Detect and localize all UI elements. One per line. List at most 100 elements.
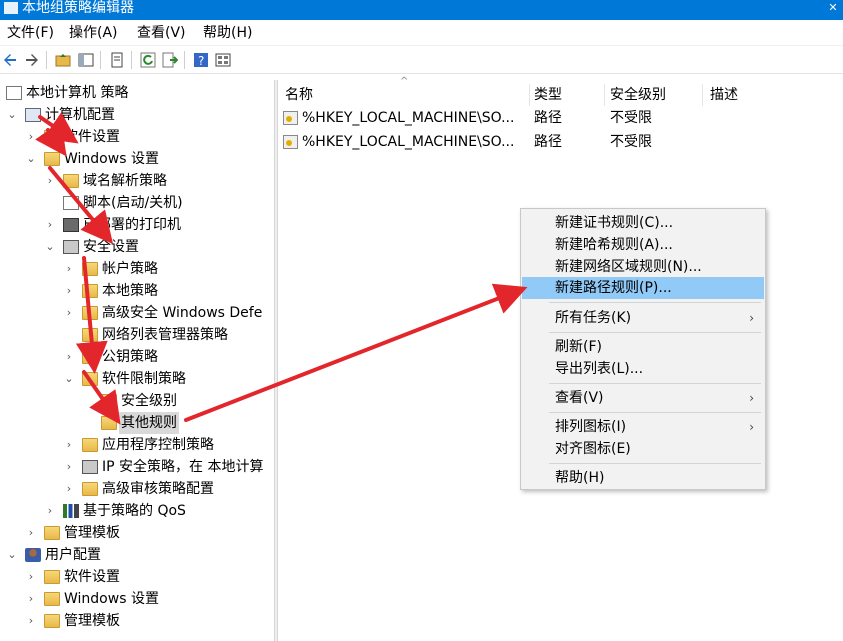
tree-item-label: 安全设置 xyxy=(83,239,139,255)
tree-item-user-admin-templates[interactable]: › 管理模板 xyxy=(0,610,274,632)
tree-item-local-computer-policy[interactable]: 本地计算机 策略 xyxy=(0,82,274,104)
toolbar-separator xyxy=(100,51,101,69)
export-list-icon[interactable] xyxy=(162,52,178,68)
chevron-right-icon[interactable]: › xyxy=(25,522,37,544)
tree-item-windows-settings[interactable]: ⌄ Windows 设置 xyxy=(0,148,274,170)
close-icon[interactable]: ✕ xyxy=(823,0,843,16)
row-name: %HKEY_LOCAL_MACHINE\SO... xyxy=(302,134,515,150)
properties-icon[interactable] xyxy=(109,52,125,68)
chevron-down-icon[interactable]: ⌄ xyxy=(6,544,18,566)
tree-item-label: Windows 设置 xyxy=(64,151,159,167)
column-header-desc[interactable]: 描述 xyxy=(710,84,738,106)
tree-item-label: 脚本(启动/关机) xyxy=(83,195,183,211)
folder-icon xyxy=(82,262,98,276)
folder-icon xyxy=(82,328,98,342)
view-icon[interactable] xyxy=(215,52,231,68)
chevron-right-icon[interactable]: › xyxy=(44,170,56,192)
tree-item-user-windows-settings[interactable]: › Windows 设置 xyxy=(0,588,274,610)
chevron-right-icon[interactable]: › xyxy=(25,610,37,632)
back-arrow-icon[interactable] xyxy=(2,52,18,68)
chevron-down-icon[interactable]: ⌄ xyxy=(25,148,37,170)
tree-item-label: 软件设置 xyxy=(64,129,120,145)
tree-item-account-policies[interactable]: › 帐户策略 xyxy=(0,258,274,280)
show-hide-tree-icon[interactable] xyxy=(78,52,94,68)
menu-view[interactable]: 查看(V) xyxy=(137,24,186,42)
tree-item-security-settings[interactable]: ⌄ 安全设置 xyxy=(0,236,274,258)
menu-item-line-up-icons[interactable]: 对齐图标(E) xyxy=(522,438,764,460)
chevron-right-icon[interactable]: › xyxy=(63,258,75,280)
menu-help[interactable]: 帮助(H) xyxy=(203,24,252,42)
column-divider[interactable] xyxy=(702,84,703,106)
chevron-right-icon[interactable]: › xyxy=(25,588,37,610)
tree-item-label: 高级审核策略配置 xyxy=(102,481,214,497)
tree-item-user-software-settings[interactable]: › 软件设置 xyxy=(0,566,274,588)
menu-item-help[interactable]: 帮助(H) xyxy=(522,467,764,489)
up-folder-icon[interactable] xyxy=(55,52,71,68)
menu-item-new-network-zone-rule[interactable]: 新建网络区域规则(N)... xyxy=(522,256,764,278)
column-header-type[interactable]: 类型 xyxy=(534,84,562,106)
column-header-name[interactable]: 名称 xyxy=(285,84,313,106)
tree-item-public-key-policies[interactable]: › 公钥策略 xyxy=(0,346,274,368)
chevron-right-icon[interactable]: › xyxy=(63,434,75,456)
chevron-down-icon[interactable]: ⌄ xyxy=(44,236,56,258)
tree-item-user-config[interactable]: ⌄ 用户配置 xyxy=(0,544,274,566)
menu-item-view[interactable]: 查看(V) › xyxy=(522,387,764,409)
menu-item-new-certificate-rule[interactable]: 新建证书规则(C)... xyxy=(522,212,764,234)
menu-separator xyxy=(549,412,761,413)
row-type: 路径 xyxy=(534,110,562,126)
tree-item-software-settings[interactable]: › 软件设置 xyxy=(0,126,274,148)
tree-item-label: 软件限制策略 xyxy=(102,371,186,387)
tree-item-qos[interactable]: › 基于策略的 QoS xyxy=(0,500,274,522)
chevron-right-icon[interactable]: › xyxy=(25,566,37,588)
chevron-right-icon[interactable]: › xyxy=(63,302,75,324)
tree-item-network-list-manager[interactable]: 网络列表管理器策略 xyxy=(0,324,274,346)
column-header-level[interactable]: 安全级别 xyxy=(610,84,666,106)
folder-icon xyxy=(101,416,117,430)
list-item[interactable]: %HKEY_LOCAL_MACHINE\SO... 路径 不受限 xyxy=(278,106,843,130)
menu-action[interactable]: 操作(A) xyxy=(69,24,118,42)
security-icon xyxy=(63,240,79,254)
chevron-right-icon[interactable]: › xyxy=(44,214,56,236)
tree-item-defender-firewall[interactable]: › 高级安全 Windows Defe xyxy=(0,302,274,324)
menu-item-export-list[interactable]: 导出列表(L)... xyxy=(522,358,764,380)
tree-item-scripts[interactable]: 脚本(启动/关机) xyxy=(0,192,274,214)
tree-item-label: 基于策略的 QoS xyxy=(83,503,186,519)
tree-item-software-restriction[interactable]: ⌄ 软件限制策略 xyxy=(0,368,274,390)
help-icon[interactable]: ? xyxy=(193,52,209,68)
policy-doc-icon xyxy=(6,86,22,100)
tree-item-security-levels[interactable]: 安全级别 xyxy=(0,390,274,412)
tree-item-local-policies[interactable]: › 本地策略 xyxy=(0,280,274,302)
tree-item-advanced-audit[interactable]: › 高级审核策略配置 xyxy=(0,478,274,500)
tree-item-deployed-printers[interactable]: › 已部署的打印机 xyxy=(0,214,274,236)
tree-item-app-control[interactable]: › 应用程序控制策略 xyxy=(0,434,274,456)
chevron-right-icon[interactable]: › xyxy=(25,126,37,148)
tree-item-label: IP 安全策略，在 本地计算 xyxy=(102,459,264,475)
chevron-right-icon[interactable]: › xyxy=(44,500,56,522)
tree-item-label: 公钥策略 xyxy=(102,349,158,365)
chevron-down-icon[interactable]: ⌄ xyxy=(63,368,75,390)
tree-item-ip-security[interactable]: › IP 安全策略，在 本地计算 xyxy=(0,456,274,478)
menu-item-all-tasks[interactable]: 所有任务(K) › xyxy=(522,307,764,329)
chevron-right-icon[interactable]: › xyxy=(63,456,75,478)
forward-arrow-icon[interactable] xyxy=(24,52,40,68)
chevron-down-icon[interactable]: ⌄ xyxy=(6,104,18,126)
tree-item-additional-rules[interactable]: 其他规则 xyxy=(0,412,274,434)
list-item[interactable]: %HKEY_LOCAL_MACHINE\SO... 路径 不受限 xyxy=(278,130,843,154)
menu-item-refresh[interactable]: 刷新(F) xyxy=(522,336,764,358)
chevron-right-icon[interactable]: › xyxy=(63,280,75,302)
tree-item-label: 已部署的打印机 xyxy=(83,217,181,233)
menu-item-new-hash-rule[interactable]: 新建哈希规则(A)... xyxy=(522,234,764,256)
tree-item-admin-templates[interactable]: › 管理模板 xyxy=(0,522,274,544)
column-divider[interactable] xyxy=(604,84,605,106)
folder-icon xyxy=(82,482,98,496)
chevron-right-icon[interactable]: › xyxy=(63,346,75,368)
menu-item-new-path-rule[interactable]: 新建路径规则(P)... xyxy=(522,277,764,299)
menu-file[interactable]: 文件(F) xyxy=(7,24,54,42)
tree-item-computer-config[interactable]: ⌄ 计算机配置 xyxy=(0,104,274,126)
chevron-right-icon[interactable]: › xyxy=(63,478,75,500)
column-divider[interactable] xyxy=(529,84,530,106)
menu-item-arrange-icons[interactable]: 排列图标(I) › xyxy=(522,416,764,438)
refresh-icon[interactable] xyxy=(140,52,156,68)
folder-icon xyxy=(44,614,60,628)
tree-item-name-resolution-policy[interactable]: › 域名解析策略 xyxy=(0,170,274,192)
